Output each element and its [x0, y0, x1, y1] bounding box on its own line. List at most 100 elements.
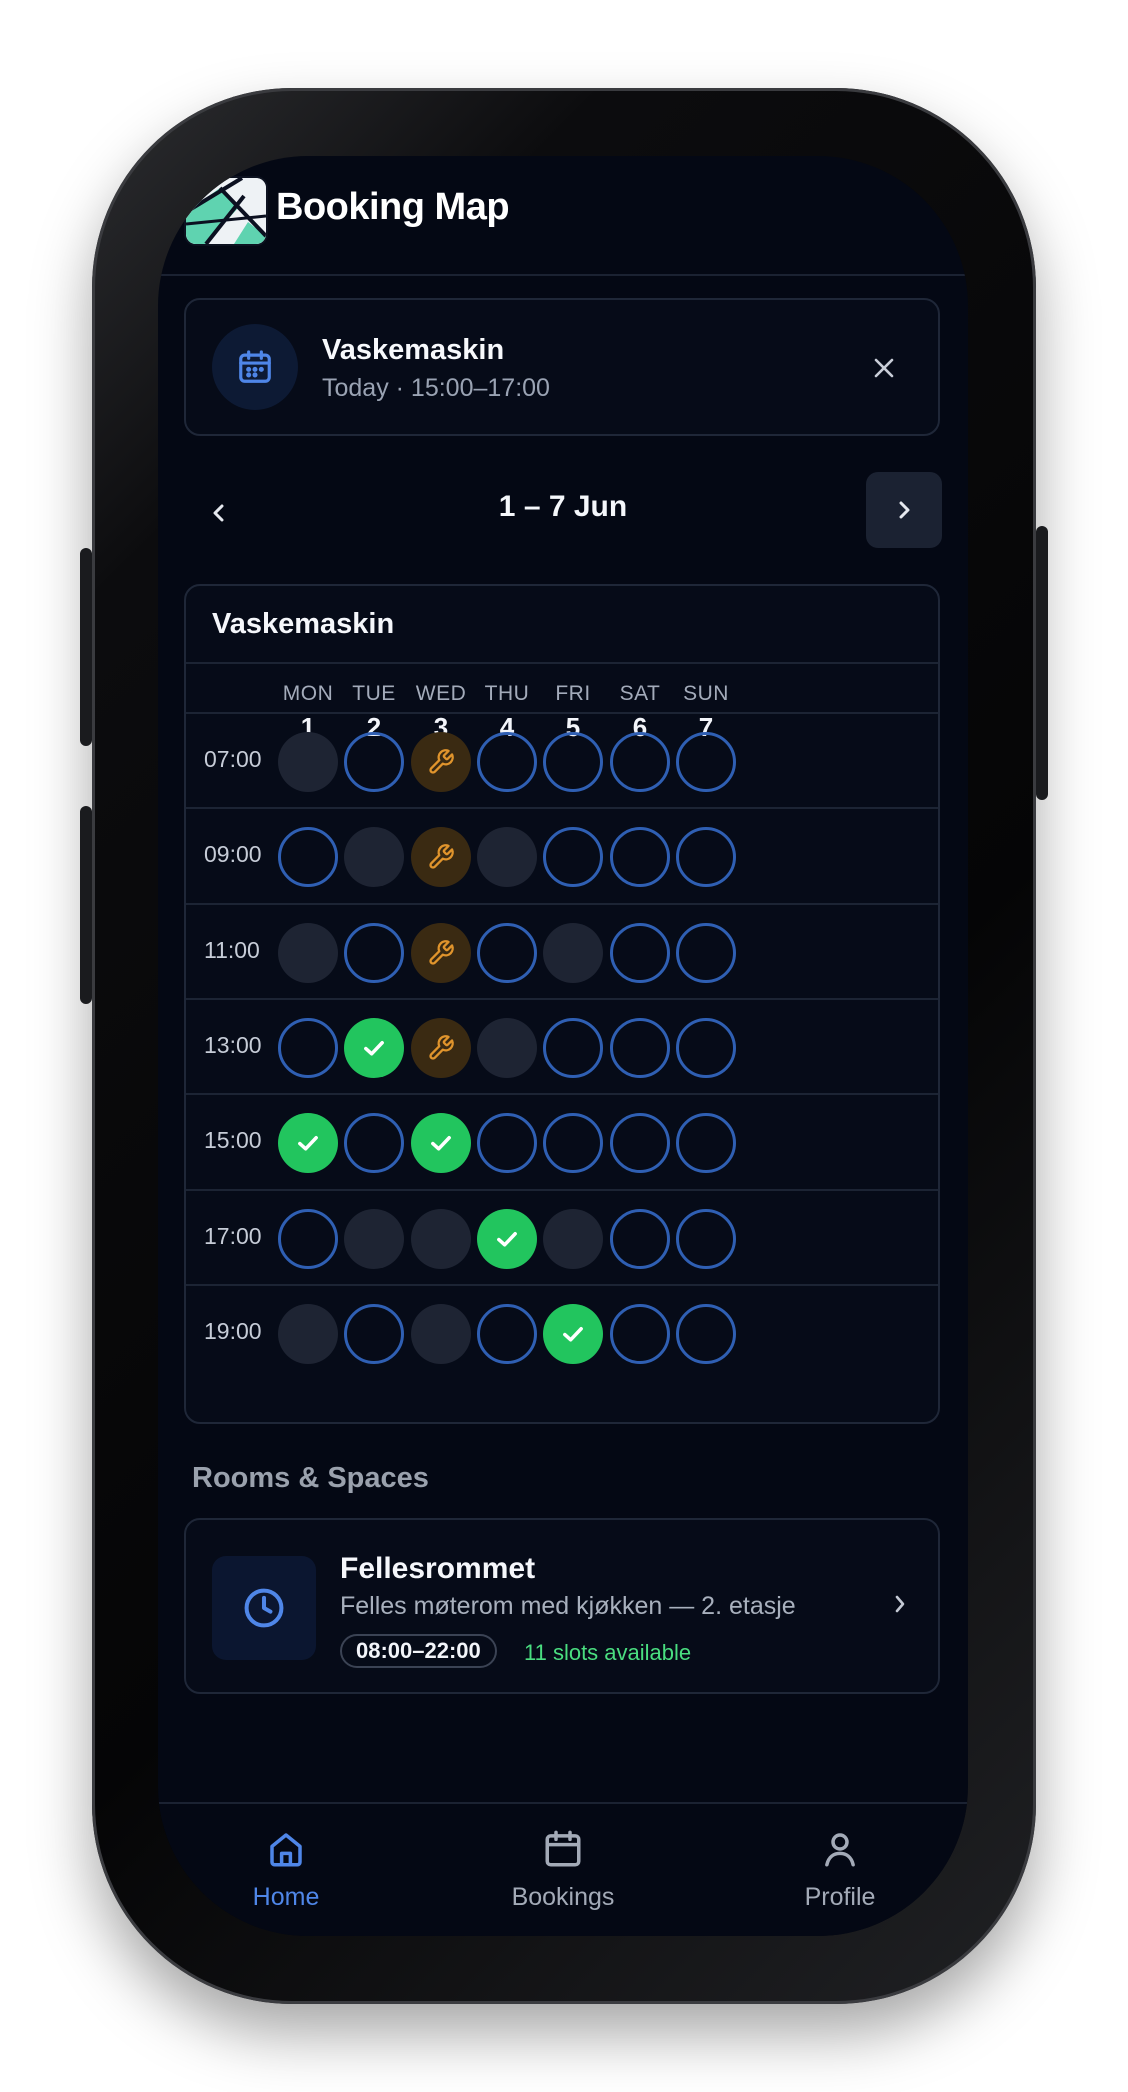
- app-header: Booking Map: [158, 156, 968, 276]
- wrench-icon: [429, 1035, 454, 1060]
- slot-available[interactable]: [676, 1113, 736, 1174]
- close-icon[interactable]: [866, 350, 902, 386]
- slot-available[interactable]: [278, 1017, 338, 1078]
- divider: [186, 662, 938, 664]
- nav-item-bookings[interactable]: Bookings: [463, 1828, 663, 1912]
- slot-available[interactable]: [610, 1303, 670, 1364]
- booking-time: Today · 15:00–17:00: [322, 374, 550, 402]
- slot-unavailable: [411, 1208, 471, 1269]
- calendar-icon: [212, 324, 298, 410]
- calendar-icon: [545, 1830, 581, 1867]
- schedule-row: 13:00: [186, 997, 938, 1095]
- chevron-right-icon: [892, 1592, 908, 1621]
- slot-available[interactable]: [344, 1303, 404, 1364]
- booking-title: Vaskemaskin: [322, 334, 505, 366]
- slot-available[interactable]: [278, 1208, 338, 1269]
- next-week-button[interactable]: [866, 472, 942, 548]
- slot-maintenance: [411, 922, 471, 983]
- schedule-title: Vaskemaskin: [212, 608, 395, 640]
- nav-label-bookings: Bookings: [511, 1883, 615, 1911]
- slot-available[interactable]: [543, 827, 603, 888]
- slot-maintenance: [411, 1017, 471, 1078]
- slot-available[interactable]: [676, 732, 736, 792]
- slot-booked[interactable]: [344, 1017, 404, 1078]
- room-description: Felles møterom med kjøkken — 2. etasje: [340, 1592, 796, 1620]
- slot-available[interactable]: [477, 922, 537, 983]
- app-logo: [186, 178, 266, 244]
- time-label: 15:00: [204, 1127, 262, 1154]
- user-icon: [825, 1833, 855, 1867]
- slot-available[interactable]: [477, 1303, 537, 1364]
- check-icon: [364, 1040, 384, 1056]
- slot-available[interactable]: [676, 827, 736, 888]
- slot-available[interactable]: [543, 732, 603, 792]
- wrench-icon: [429, 844, 454, 869]
- section-title-rooms: Rooms & Spaces: [192, 1462, 429, 1494]
- slot-maintenance: [411, 827, 471, 888]
- nav-item-home[interactable]: Home: [186, 1828, 386, 1912]
- phone-side-button: [80, 548, 92, 746]
- time-label: 09:00: [204, 841, 262, 868]
- bottom-nav: Home Bookings Profile: [158, 1802, 968, 1936]
- check-icon: [563, 1326, 583, 1342]
- slot-available[interactable]: [477, 1113, 537, 1174]
- home-icon: [270, 1833, 302, 1867]
- slot-available[interactable]: [278, 827, 338, 888]
- room-hours-badge: 08:00–22:00: [340, 1634, 497, 1668]
- slot-available[interactable]: [676, 1017, 736, 1078]
- slot-available[interactable]: [676, 1303, 736, 1364]
- slot-booked[interactable]: [477, 1208, 537, 1269]
- check-icon: [497, 1231, 517, 1247]
- slot-available[interactable]: [477, 732, 537, 792]
- slot-available[interactable]: [610, 922, 670, 983]
- slot-booked[interactable]: [411, 1113, 471, 1174]
- slot-booked[interactable]: [278, 1113, 338, 1174]
- nav-label-home: Home: [252, 1883, 320, 1911]
- slot-available[interactable]: [610, 1113, 670, 1174]
- time-label: 07:00: [204, 746, 262, 772]
- slot-unavailable: [344, 1208, 404, 1269]
- slot-unavailable: [477, 827, 537, 888]
- slot-unavailable: [477, 1017, 537, 1078]
- slot-available[interactable]: [610, 1208, 670, 1269]
- slot-unavailable: [278, 922, 338, 983]
- selected-booking-card: Vaskemaskin Today · 15:00–17:00: [184, 298, 940, 436]
- check-icon: [298, 1136, 318, 1151]
- slot-available[interactable]: [610, 1017, 670, 1078]
- schedule-row: 11:00: [186, 902, 938, 1000]
- chevron-right-icon: [899, 501, 910, 519]
- phone-side-button: [80, 806, 92, 1004]
- phone-side-button: [1036, 526, 1048, 800]
- slot-available[interactable]: [543, 1017, 603, 1078]
- slot-available[interactable]: [344, 732, 404, 792]
- slot-available[interactable]: [344, 1113, 404, 1174]
- wrench-icon: [429, 749, 454, 774]
- schedule-row: 09:00: [186, 807, 938, 904]
- slot-unavailable: [543, 1208, 603, 1269]
- slot-available[interactable]: [676, 1208, 736, 1269]
- schedule-row: 15:00: [186, 1093, 938, 1190]
- schedule-row: 19:00: [186, 1283, 938, 1381]
- schedule-row: 17:00: [186, 1188, 938, 1286]
- slot-unavailable: [278, 732, 338, 792]
- app-screen: Booking Map Vaskemaskin Today · 15:00–17…: [158, 156, 968, 1936]
- slot-available[interactable]: [610, 732, 670, 792]
- time-label: 13:00: [204, 1031, 262, 1058]
- slot-maintenance: [411, 732, 471, 792]
- schedule-grid: Vaskemaskin MON 1 TUE 2 WED 3 THU 4 FRI 5 SAT 6 SUN 7…: [184, 584, 940, 1424]
- slot-available[interactable]: [610, 827, 670, 888]
- slot-unavailable: [543, 922, 603, 983]
- slot-available[interactable]: [344, 922, 404, 983]
- app-title: Booking Map: [276, 186, 510, 228]
- room-card-fellesrommet[interactable]: Fellesrommet Felles møterom med kjøkken …: [184, 1518, 940, 1694]
- slot-available[interactable]: [676, 922, 736, 983]
- check-icon: [431, 1136, 451, 1151]
- day-name: SUN: [683, 682, 729, 705]
- time-label: 11:00: [204, 936, 260, 963]
- nav-item-profile[interactable]: Profile: [740, 1828, 940, 1912]
- slot-available[interactable]: [543, 1113, 603, 1174]
- slot-unavailable: [411, 1303, 471, 1364]
- slot-booked[interactable]: [543, 1303, 603, 1364]
- schedule-row: 07:00: [186, 712, 938, 809]
- wrench-icon: [429, 939, 454, 965]
